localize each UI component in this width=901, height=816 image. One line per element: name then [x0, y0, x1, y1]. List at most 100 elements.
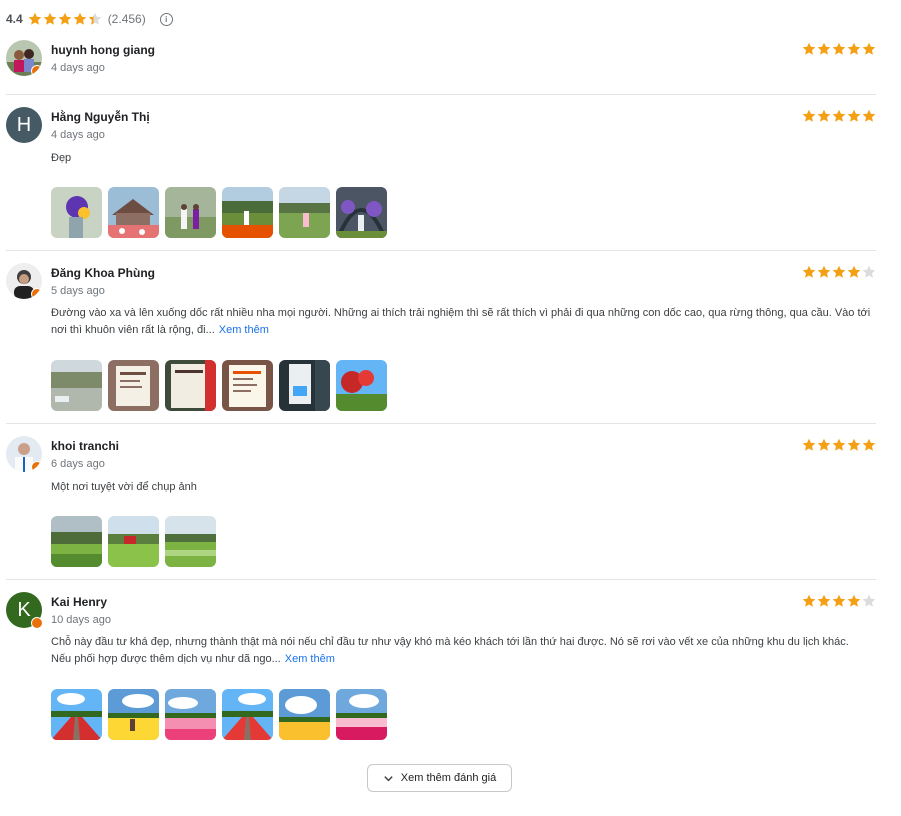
avatar-letter: K: [17, 598, 31, 621]
review-stars: [802, 594, 876, 608]
star-icon: [832, 594, 846, 608]
star-icon: [802, 42, 816, 56]
review-photo[interactable]: [165, 516, 216, 567]
avatar[interactable]: K: [6, 592, 43, 629]
star-icon: [832, 42, 846, 56]
review-photo[interactable]: [279, 689, 330, 740]
review-photo[interactable]: [222, 187, 273, 238]
star-icon: [817, 109, 831, 123]
star-icon: [802, 594, 816, 608]
review-photos: [51, 360, 387, 411]
star-icon: [862, 109, 876, 123]
review-body: Chỗ này đầu tư khá đẹp, nhưng thành thật…: [51, 636, 849, 665]
review-body: Một nơi tuyệt vời để chụp ảnh: [51, 481, 197, 493]
star-icon: [88, 12, 102, 26]
star-icon: [28, 12, 42, 26]
see-more-link[interactable]: Xem thêm: [219, 324, 269, 336]
review-text: Chỗ này đầu tư khá đẹp, nhưng thành thật…: [51, 634, 871, 668]
divider: [6, 250, 876, 251]
reviewer-name[interactable]: Hằng Nguyễn Thị: [51, 110, 150, 124]
review-photo[interactable]: [222, 689, 273, 740]
local-guide-badge: [31, 65, 42, 76]
review-date: 6 days ago: [51, 458, 105, 470]
review-photo[interactable]: [108, 187, 159, 238]
star-icon: [802, 265, 816, 279]
review-count: (2.456): [107, 12, 146, 26]
star-icon: [862, 594, 876, 608]
review-photos: [51, 689, 387, 740]
review-text: Một nơi tuyệt vời để chụp ảnh: [51, 479, 871, 496]
local-guide-badge: [31, 288, 42, 299]
review-stars: [802, 265, 876, 279]
review-photo[interactable]: [279, 187, 330, 238]
star-icon: [817, 438, 831, 452]
review-photo[interactable]: [108, 360, 159, 411]
star-icon: [817, 42, 831, 56]
review-photo[interactable]: [108, 689, 159, 740]
review-stars: [802, 438, 876, 452]
star-icon: [802, 109, 816, 123]
load-more-reviews-button[interactable]: Xem thêm đánh giá: [367, 764, 512, 792]
review-photo[interactable]: [165, 689, 216, 740]
star-icon: [847, 265, 861, 279]
star-icon: [832, 438, 846, 452]
see-more-link[interactable]: Xem thêm: [285, 653, 335, 665]
avatar[interactable]: [6, 436, 42, 472]
star-icon: [58, 12, 72, 26]
review-date: 10 days ago: [51, 614, 111, 626]
avatar[interactable]: [6, 263, 42, 299]
review-stars: [802, 42, 876, 56]
review-photos: [51, 516, 216, 567]
star-icon: [847, 42, 861, 56]
review-photo[interactable]: [336, 360, 387, 411]
divider: [6, 423, 876, 424]
review-photo[interactable]: [51, 689, 102, 740]
avatar[interactable]: [6, 40, 42, 76]
chevron-down-icon: [384, 775, 393, 781]
review-date: 5 days ago: [51, 285, 105, 297]
star-icon: [43, 12, 57, 26]
local-guide-badge: [31, 617, 43, 629]
divider: [6, 94, 876, 95]
star-icon: [832, 265, 846, 279]
reviewer-name[interactable]: Đăng Khoa Phùng: [51, 266, 155, 280]
star-icon: [73, 12, 87, 26]
star-icon: [802, 438, 816, 452]
review-photo[interactable]: [51, 516, 102, 567]
load-more-label: Xem thêm đánh giá: [400, 772, 497, 784]
reviewer-name[interactable]: khoi tranchi: [51, 439, 119, 453]
review-photo[interactable]: [51, 187, 102, 238]
review-body: Đường vào xa và lên xuống dốc rất nhiều …: [51, 307, 871, 336]
review-date: 4 days ago: [51, 62, 105, 74]
avatar-letter: H: [16, 113, 32, 136]
review-date: 4 days ago: [51, 129, 105, 141]
summary-stars: [28, 12, 102, 26]
review-photos: [51, 187, 387, 238]
avatar[interactable]: H: [6, 107, 42, 143]
reviewer-name[interactable]: Kai Henry: [51, 595, 107, 609]
star-icon: [847, 109, 861, 123]
review-photo[interactable]: [222, 360, 273, 411]
review-photo[interactable]: [165, 360, 216, 411]
star-icon: [817, 594, 831, 608]
review-photo[interactable]: [279, 360, 330, 411]
review-body: Đẹp: [51, 152, 72, 164]
review-photo[interactable]: [108, 516, 159, 567]
review-photo[interactable]: [51, 360, 102, 411]
rating-summary: 4.4 (2.456) i: [6, 10, 173, 28]
reviewer-name[interactable]: huynh hong giang: [51, 43, 155, 57]
review-photo[interactable]: [165, 187, 216, 238]
info-icon[interactable]: i: [159, 12, 173, 26]
star-icon: [862, 265, 876, 279]
review-stars: [802, 109, 876, 123]
star-icon: [847, 438, 861, 452]
star-icon: [832, 109, 846, 123]
review-text: Đường vào xa và lên xuống dốc rất nhiều …: [51, 305, 871, 339]
star-icon: [847, 594, 861, 608]
average-score: 4.4: [6, 12, 23, 26]
review-text: Đẹp: [51, 150, 871, 167]
local-guide-badge: [31, 461, 42, 472]
review-photo[interactable]: [336, 187, 387, 238]
star-icon: [817, 265, 831, 279]
review-photo[interactable]: [336, 689, 387, 740]
